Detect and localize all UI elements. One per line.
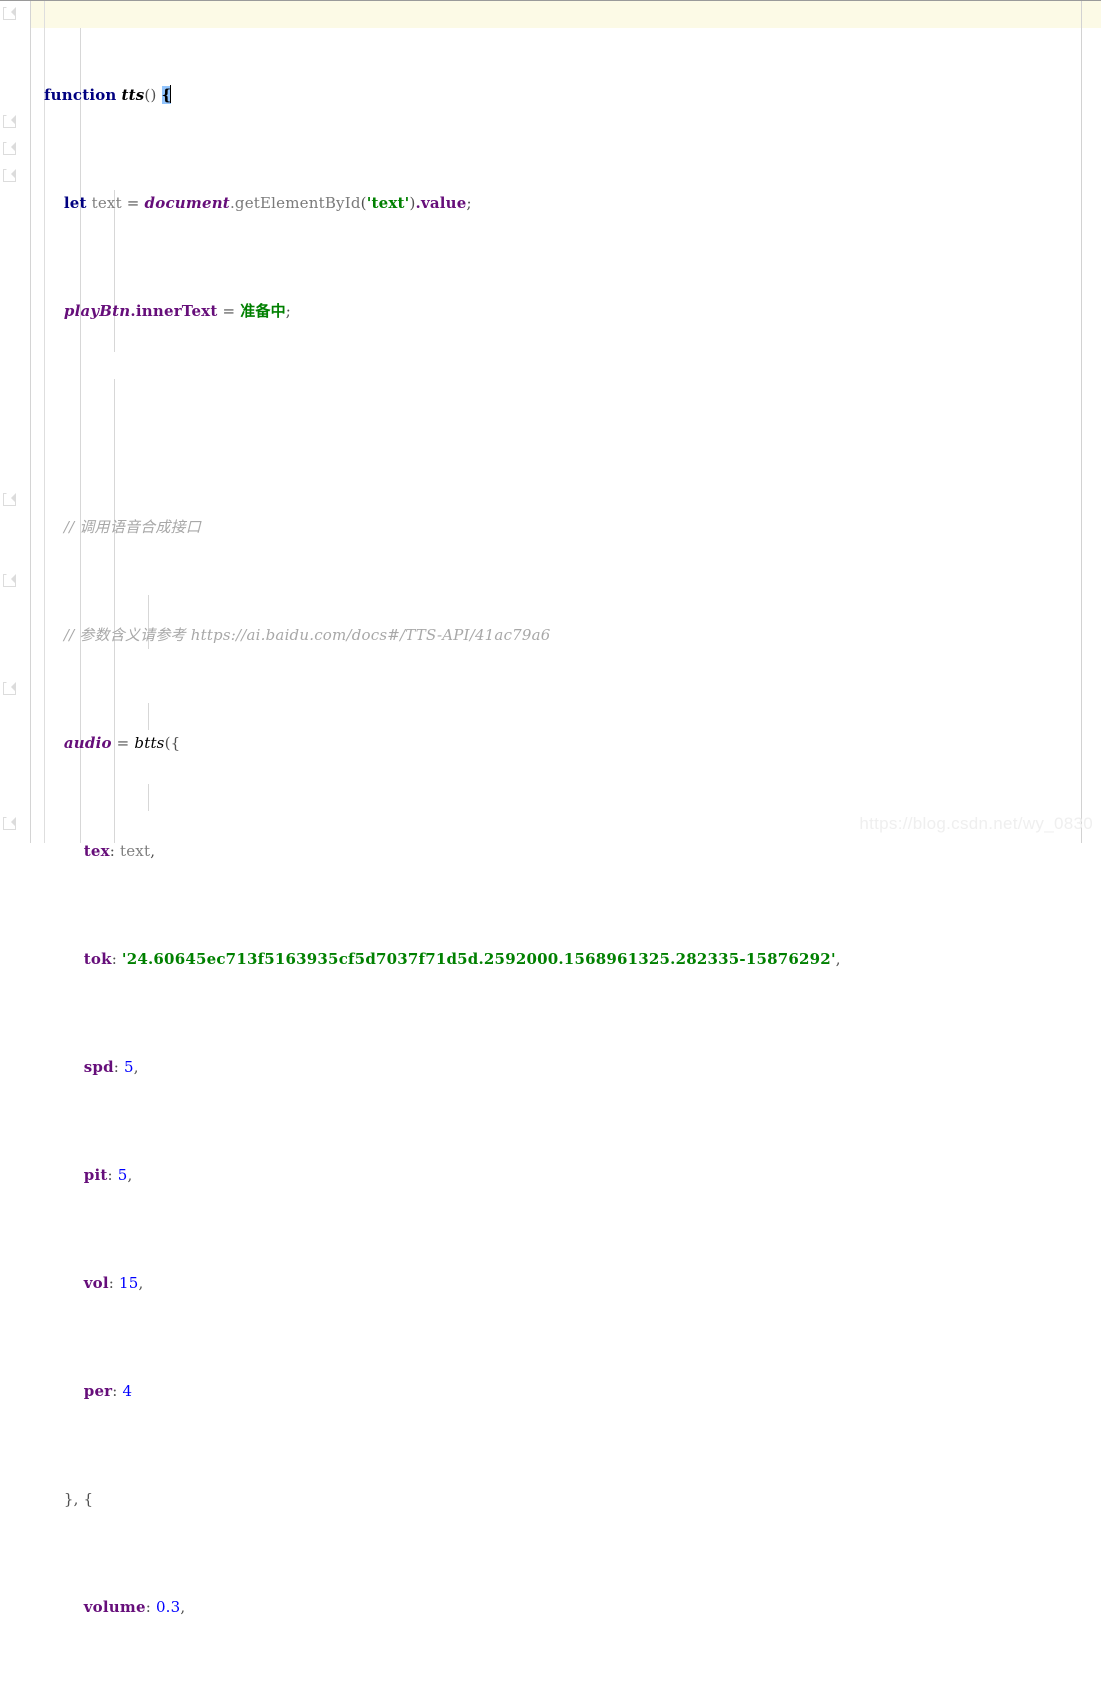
code-line[interactable]: // 调用语音合成接口 [0, 514, 1101, 541]
function-btts: btts [134, 734, 165, 752]
colon: : [109, 842, 116, 860]
number-literal: 4 [122, 1382, 133, 1400]
code-line[interactable]: per: 4 [0, 1378, 1101, 1405]
key-per: per [83, 1382, 113, 1400]
comment-line-1: // 调用语音合成接口 [63, 518, 201, 536]
semicolon: ; [285, 302, 292, 320]
comment-line-2: // 参数含义请参考 [63, 626, 191, 644]
key-vol: vol [83, 1274, 109, 1292]
property-innertext: .innerText [130, 302, 218, 320]
code-line[interactable]: vol: 15, [0, 1270, 1101, 1297]
operator: = [126, 194, 140, 212]
keyword-let: let [63, 194, 87, 212]
key-pit: pit [83, 1166, 108, 1184]
number-literal: 5 [124, 1058, 134, 1076]
brace-comma-brace: }, { [63, 1490, 94, 1508]
string-token: '24.60645ec713f5163935cf5d7037f71d5d.259… [121, 950, 836, 968]
comma: , [150, 842, 156, 860]
code-line[interactable]: audio = btts({ [0, 730, 1101, 757]
code-line[interactable]: playBtn.innerText = 准备中; [0, 298, 1101, 325]
code-line[interactable]: let text = document.getElementById('text… [0, 190, 1101, 217]
paren: ({ [164, 734, 181, 752]
key-volume: volume [83, 1598, 146, 1616]
keyword-function: function [44, 86, 117, 104]
text-caret [170, 85, 172, 103]
colon: : [112, 1382, 118, 1400]
semicolon: ; [466, 194, 472, 212]
code-content[interactable]: function tts() { let text = document.get… [0, 1, 1101, 1684]
code-line[interactable]: tex: text, [0, 838, 1101, 865]
watermark: https://blog.csdn.net/wy_0830 [859, 814, 1093, 833]
property-value: .value [415, 194, 467, 212]
global-document: document [144, 194, 230, 212]
number-literal: 15 [119, 1274, 139, 1292]
value-text: text [120, 842, 151, 860]
colon: : [113, 1058, 120, 1076]
code-line[interactable]: }, { [0, 1486, 1101, 1513]
code-editor[interactable]: function tts() { let text = document.get… [0, 0, 1101, 1616]
operator: = [222, 302, 236, 320]
number-literal: 0.3 [155, 1598, 181, 1616]
string-literal: 'text' [366, 194, 410, 212]
operator: = [116, 734, 130, 752]
code-line[interactable]: volume: 0.3, [0, 1594, 1101, 1621]
code-line[interactable]: tok: '24.60645ec713f5163935cf5d7037f71d5… [0, 946, 1101, 973]
comma: , [138, 1274, 144, 1292]
code-line[interactable]: function tts() { [0, 82, 1101, 109]
colon: : [145, 1598, 151, 1616]
variable-audio: audio [63, 734, 112, 752]
number-literal: 5 [117, 1166, 128, 1184]
string-preparing: 准备中 [240, 302, 286, 320]
comma: , [180, 1598, 186, 1616]
colon: : [107, 1166, 113, 1184]
method-getelementbyid: .getElementById [229, 194, 361, 212]
key-spd: spd [83, 1058, 114, 1076]
comment-doc-url: https://ai.baidu.com/docs#/TTS-API/41ac7… [190, 626, 551, 644]
code-line[interactable]: // 参数含义请参考 https://ai.baidu.com/docs#/TT… [0, 622, 1101, 649]
comma: , [133, 1058, 139, 1076]
comma: , [835, 950, 841, 968]
colon: : [111, 950, 117, 968]
key-tok: tok [83, 950, 112, 968]
colon: : [108, 1274, 115, 1292]
key-tex: tex [83, 842, 110, 860]
code-line[interactable]: spd: 5, [0, 1054, 1101, 1081]
paren: () [144, 86, 157, 104]
variable-playbtn: playBtn [63, 302, 131, 320]
variable-text: text [91, 194, 122, 212]
code-line-empty[interactable] [0, 406, 1101, 433]
function-name: tts [121, 86, 145, 104]
comma: , [127, 1166, 133, 1184]
code-line[interactable]: pit: 5, [0, 1162, 1101, 1189]
